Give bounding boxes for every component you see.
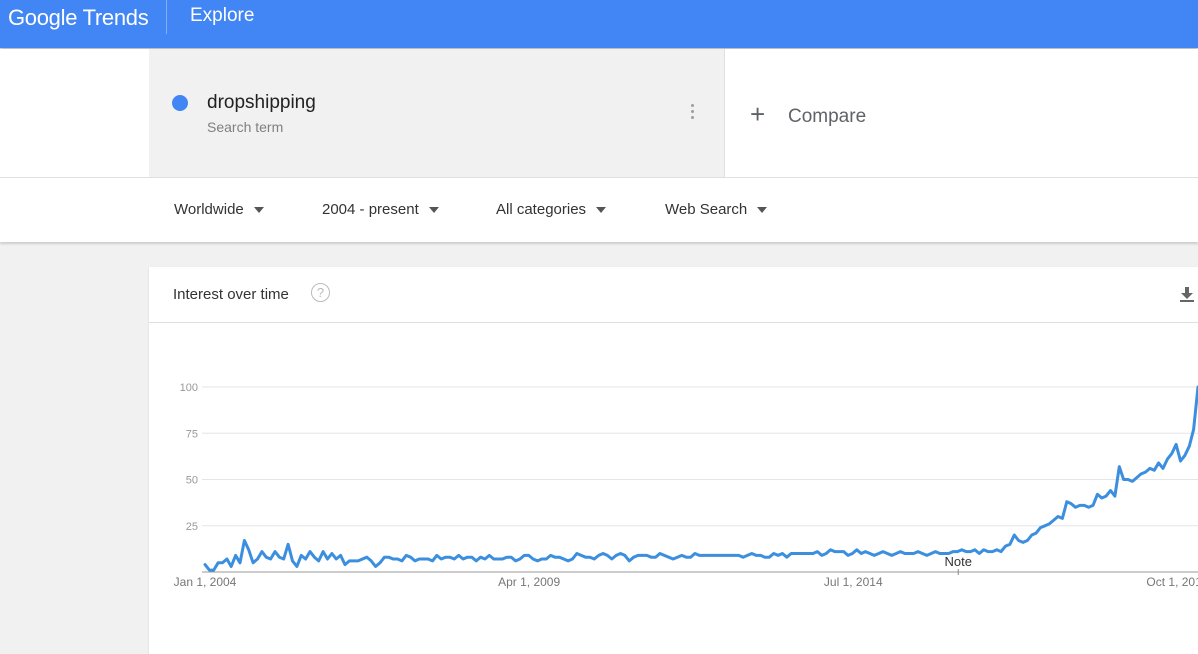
search-term-area: dropshipping Search term + Compare bbox=[0, 49, 1198, 177]
panel-title: Interest over time bbox=[173, 286, 289, 303]
help-icon[interactable]: ? bbox=[311, 283, 330, 302]
caret-down-icon bbox=[596, 207, 607, 214]
logo-google-text: Google bbox=[8, 5, 78, 30]
caret-down-icon bbox=[428, 207, 439, 214]
more-options-icon[interactable] bbox=[689, 104, 695, 124]
search-type-filter-dropdown[interactable]: Web Search bbox=[665, 201, 768, 218]
category-filter-label: All categories bbox=[496, 201, 587, 218]
caret-down-icon bbox=[253, 207, 264, 214]
download-icon[interactable] bbox=[1180, 287, 1194, 303]
search-type-filter-label: Web Search bbox=[665, 201, 748, 218]
region-filter-dropdown[interactable]: Worldwide bbox=[174, 201, 264, 218]
top-app-bar: Google Trends Explore bbox=[0, 0, 1198, 48]
search-term-card[interactable]: dropshipping Search term bbox=[149, 49, 725, 177]
category-filter-dropdown[interactable]: All categories bbox=[496, 201, 607, 218]
term-color-dot bbox=[172, 95, 188, 111]
header-divider bbox=[166, 0, 167, 34]
filter-bar: Worldwide 2004 - present All categories … bbox=[0, 178, 1198, 242]
page-title: Explore bbox=[190, 5, 255, 26]
caret-down-icon bbox=[757, 207, 768, 214]
search-term-name[interactable]: dropshipping bbox=[207, 92, 316, 114]
plus-icon: + bbox=[750, 99, 766, 129]
panel-header: Interest over time ? bbox=[149, 267, 1198, 323]
interest-over-time-panel: Interest over time ? bbox=[149, 267, 1198, 654]
time-range-filter-dropdown[interactable]: 2004 - present bbox=[322, 201, 439, 218]
compare-label: Compare bbox=[788, 106, 867, 127]
time-range-filter-label: 2004 - present bbox=[322, 201, 419, 218]
region-filter-label: Worldwide bbox=[174, 201, 244, 218]
search-term-subtitle: Search term bbox=[207, 119, 284, 135]
logo-trends-text: Trends bbox=[82, 5, 149, 30]
google-trends-logo[interactable]: Google Trends bbox=[8, 5, 149, 31]
